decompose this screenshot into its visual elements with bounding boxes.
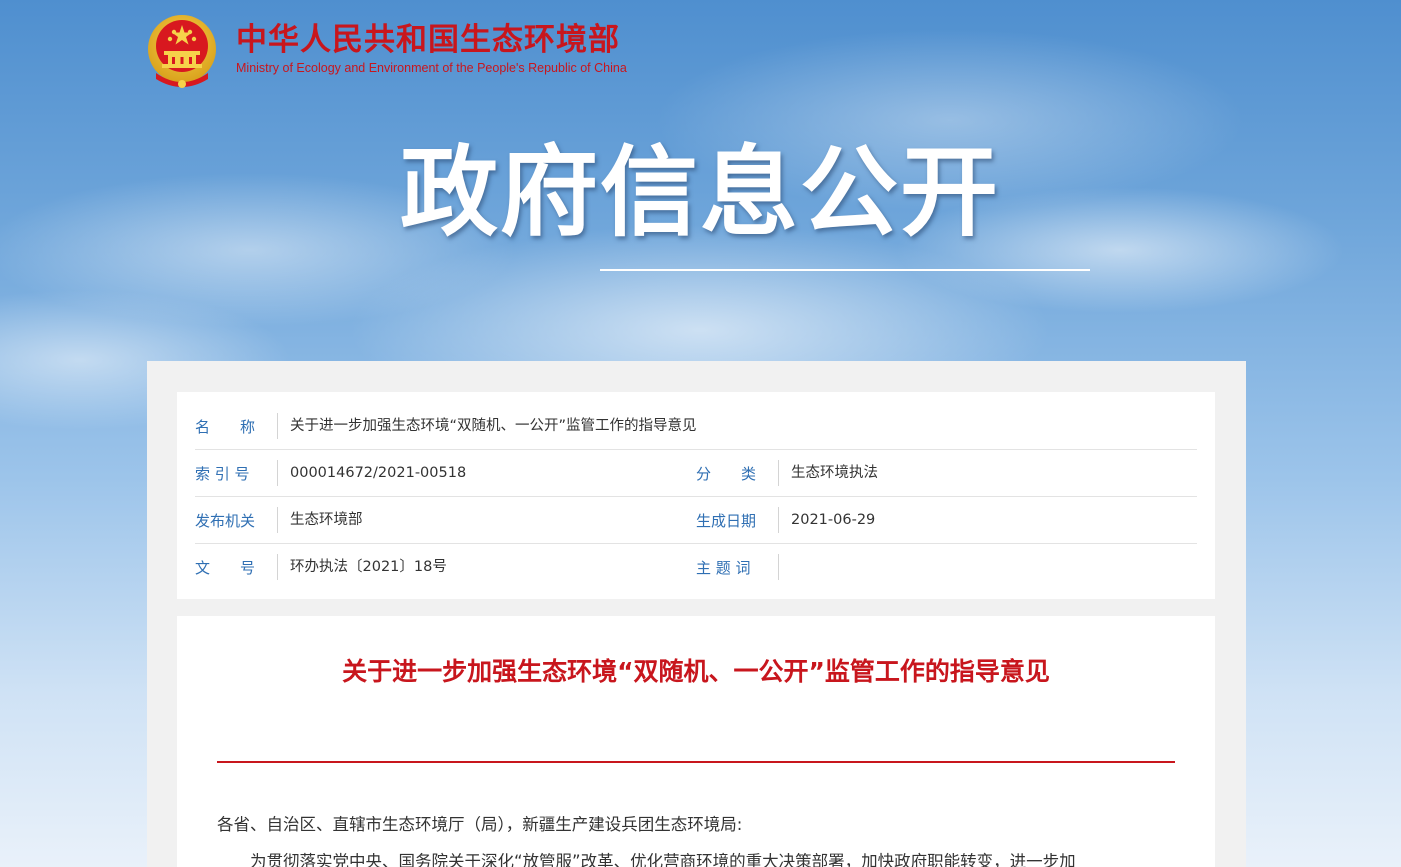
date-label: 生成日期 <box>696 511 757 530</box>
issuer-label: 发布机关 <box>195 511 256 530</box>
ministry-name-cn[interactable]: 中华人民共和国生态环境部 <box>236 20 627 60</box>
docno-label: 文 号 <box>195 558 256 577</box>
info-row-docno: 文 号 环办执法〔2021〕18号 主 题 词 <box>195 544 1197 590</box>
ministry-name-en: Ministry of Ecology and Environment of t… <box>236 61 627 75</box>
document-info-table: 名 称 关于进一步加强生态环境“双随机、一公开”监管工作的指导意见 索 引 号 … <box>177 392 1215 599</box>
national-emblem-icon <box>148 15 216 88</box>
page: 中华人民共和国生态环境部 Ministry of Ecology and Env… <box>0 0 1401 867</box>
site-header: 中华人民共和国生态环境部 Ministry of Ecology and Env… <box>146 12 627 92</box>
issuer-value: 生态环境部 <box>290 512 363 528</box>
info-cell-name: 名 称 <box>195 403 255 449</box>
index-label: 索 引 号 <box>195 464 250 483</box>
content-panel: 名 称 关于进一步加强生态环境“双随机、一公开”监管工作的指导意见 索 引 号 … <box>147 361 1246 867</box>
name-label: 名 称 <box>195 417 256 436</box>
article-title-divider <box>217 761 1175 763</box>
info-cell-issuer: 发布机关 <box>195 497 255 543</box>
info-row-name: 名 称 关于进一步加强生态环境“双随机、一公开”监管工作的指导意见 <box>195 403 1197 450</box>
category-value: 生态环境执法 <box>791 465 878 481</box>
info-separator <box>277 554 278 580</box>
banner-divider <box>600 269 1090 271</box>
info-separator <box>277 507 278 533</box>
category-label: 分 类 <box>696 464 757 483</box>
article-paragraph: 为贯彻落实党中央、国务院关于深化“放管服”改革、优化营商环境的重大决策部署，加快… <box>217 852 1076 867</box>
info-separator <box>277 460 278 486</box>
keywords-label: 主 题 词 <box>696 558 751 577</box>
info-separator <box>277 413 278 439</box>
info-cell-keywords: 主 题 词 <box>696 544 751 590</box>
info-separator <box>778 460 779 486</box>
date-value: 2021-06-29 <box>791 512 876 528</box>
article-salutation: 各省、自治区、直辖市生态环境厅（局），新疆生产建设兵团生态环境局: <box>217 815 743 834</box>
docno-value: 环办执法〔2021〕18号 <box>290 559 447 575</box>
name-value: 关于进一步加强生态环境“双随机、一公开”监管工作的指导意见 <box>290 418 697 434</box>
ministry-name: 中华人民共和国生态环境部 Ministry of Ecology and Env… <box>236 20 627 76</box>
info-cell-category: 分 类 <box>696 450 756 496</box>
index-value: 000014672/2021-00518 <box>290 465 467 481</box>
info-cell-docno: 文 号 <box>195 544 255 590</box>
info-separator <box>778 554 779 580</box>
article-body: 关于进一步加强生态环境“双随机、一公开”监管工作的指导意见 各省、自治区、直辖市… <box>177 616 1215 867</box>
info-row-issuer: 发布机关 生态环境部 生成日期 2021-06-29 <box>195 497 1197 544</box>
article-title: 关于进一步加强生态环境“双随机、一公开”监管工作的指导意见 <box>342 657 1050 686</box>
info-separator <box>778 507 779 533</box>
info-cell-date: 生成日期 <box>696 497 756 543</box>
info-row-index: 索 引 号 000014672/2021-00518 分 类 生态环境执法 <box>195 450 1197 497</box>
info-cell-index: 索 引 号 <box>195 450 250 496</box>
banner-title: 政府信息公开 <box>399 136 1000 250</box>
